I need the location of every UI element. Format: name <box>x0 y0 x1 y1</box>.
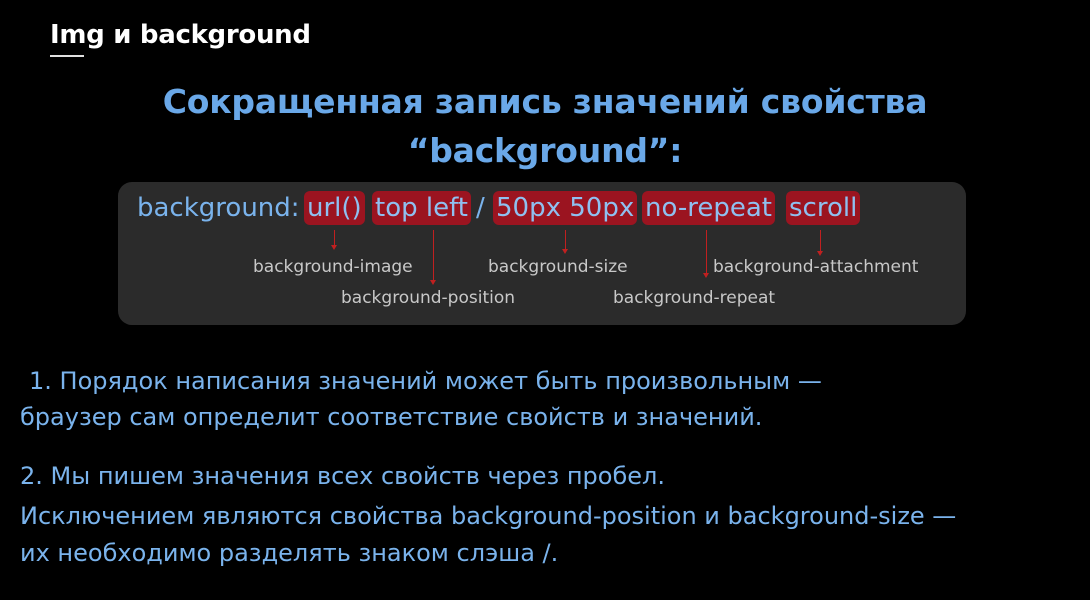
note-1-line-2: браузер сам определит соответствие свойс… <box>20 403 763 431</box>
note-1-line-1: 1. Порядок написания значений может быть… <box>29 367 822 395</box>
token-position: top left <box>372 191 471 225</box>
note-2-line-3: их необходимо разделять знаком слэша /. <box>20 539 559 567</box>
note-2-line-2: Исключением являются свойства background… <box>20 502 957 530</box>
token-size: 50px 50px <box>493 191 638 225</box>
arrow-down-icon <box>817 230 823 256</box>
arrow-down-icon <box>703 230 709 278</box>
token-url: url() <box>304 191 365 225</box>
caption-background-repeat: background-repeat <box>613 288 776 308</box>
title-underline <box>50 55 84 57</box>
syntax-slash: / <box>476 193 485 223</box>
arrow-down-icon <box>331 230 337 250</box>
arrow-down-icon <box>562 230 568 254</box>
token-repeat: no-repeat <box>642 191 775 225</box>
slide-heading-line2: “background”: <box>407 131 683 170</box>
syntax-property-name: background: <box>137 193 300 223</box>
caption-background-size: background-size <box>488 257 628 277</box>
arrow-down-icon <box>430 230 436 285</box>
caption-background-attachment: background-attachment <box>713 257 919 277</box>
caption-background-position: background-position <box>341 288 516 308</box>
slide-top-title: Img и background <box>50 20 311 50</box>
caption-background-image: background-image <box>253 257 413 277</box>
note-2-line-1: 2. Мы пишем значения всех свойств через … <box>20 462 666 490</box>
slide-heading-line1: Сокращенная запись значений свойства <box>162 82 928 121</box>
token-attachment: scroll <box>786 191 861 225</box>
